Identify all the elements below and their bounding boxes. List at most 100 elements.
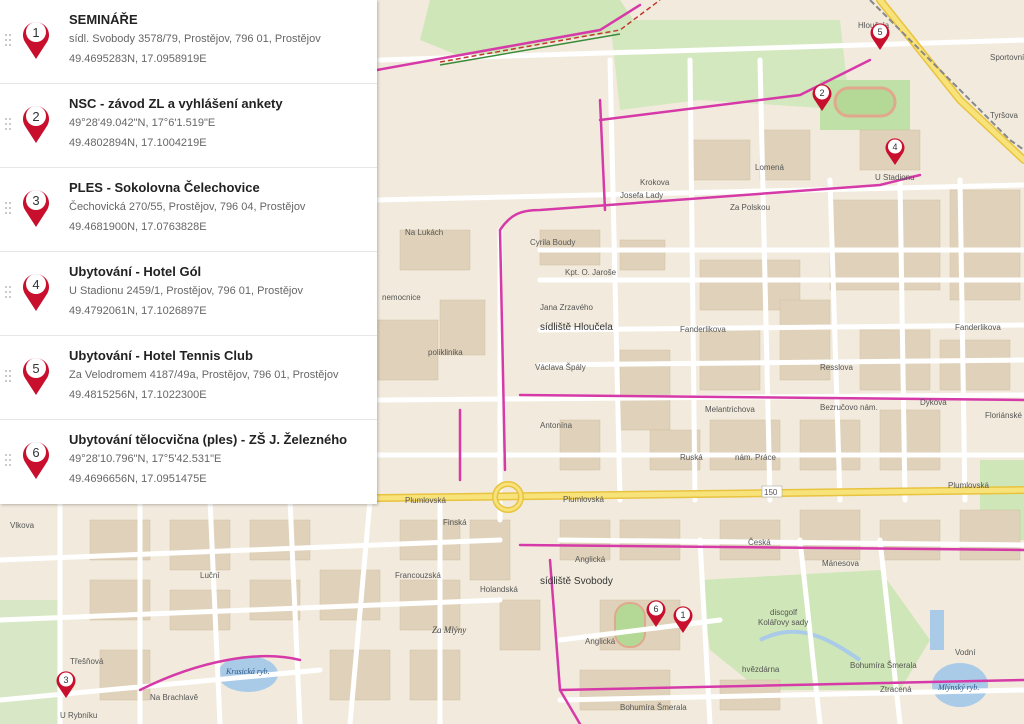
- map-label-jana-zrzaveho: Jana Zrzavého: [540, 303, 593, 312]
- map-label-francouzska: Francouzská: [395, 571, 441, 580]
- map-label-fanderlikova-2: Fanderlikova: [955, 323, 1001, 332]
- map-label-antonina: Antonína: [540, 421, 573, 430]
- place-item-4[interactable]: 4 Ubytování - Hotel Gól U Stadionu 2459/…: [0, 252, 377, 336]
- place-item-1[interactable]: 1 SEMINÁŘE sídl. Svobody 3578/79, Prostě…: [0, 0, 377, 84]
- map-pin-3[interactable]: 3: [55, 669, 77, 699]
- svg-text:3: 3: [32, 193, 39, 208]
- map-label-mlynsky: Mlýnský ryb.: [937, 683, 979, 692]
- map-label-lucni: Luční: [200, 571, 220, 580]
- map-marker-icon: 5: [23, 358, 49, 395]
- map-label-resslova: Resslova: [820, 363, 853, 372]
- place-coordinates: 49.4695283N, 17.0958919E: [69, 53, 207, 65]
- map-pin-6[interactable]: 6: [645, 598, 667, 628]
- drag-handle-icon[interactable]: [5, 118, 13, 130]
- drag-handle-icon[interactable]: [5, 286, 13, 298]
- map-label-bohumira-smerala-2: Bohumíra Šmerala: [850, 661, 917, 670]
- map-label-melantrichova: Melantrichova: [705, 405, 755, 414]
- place-title: Ubytování - Hotel Tennis Club: [69, 348, 253, 363]
- map-label-krasicka: Krasická ryb.: [225, 667, 270, 676]
- map-marker-icon: 6: [23, 442, 49, 479]
- drag-handle-icon[interactable]: [5, 34, 13, 46]
- map-label-sidl-svobody: Anglická: [575, 555, 606, 564]
- place-address: 49°28'10.796"N, 17°5'42.531"E: [69, 453, 222, 465]
- map-label-trešnova: Třešňová: [70, 657, 104, 666]
- map-label-fanderlikova: Fanderlikova: [680, 325, 726, 334]
- map-pin-4-number: 4: [892, 142, 897, 152]
- place-item-3[interactable]: 3 PLES - Sokolovna Čelechovice Čechovick…: [0, 168, 377, 252]
- map-label-nemocnice: nemocnice: [382, 293, 421, 302]
- map-label-plumlovska-3: Plumlovská: [405, 496, 446, 505]
- map-marker-icon: 3: [23, 190, 49, 227]
- place-item-5[interactable]: 5 Ubytování - Hotel Tennis Club Za Velod…: [0, 336, 377, 420]
- svg-text:4: 4: [32, 277, 39, 292]
- map-label-kolarovy-sady: Kolářovy sady: [758, 618, 808, 627]
- map-pin-6-number: 6: [653, 604, 658, 614]
- place-title: NSC - závod ZL a vyhlášení ankety: [69, 96, 283, 111]
- map-label-plumlovska-2: Plumlovská: [948, 481, 989, 490]
- map-label-hvezdarna: hvězdárna: [742, 665, 780, 674]
- drag-handle-icon[interactable]: [5, 454, 13, 466]
- svg-text:1: 1: [32, 25, 39, 40]
- map-marker-icon: 4: [23, 274, 49, 311]
- map-pin-1[interactable]: 1: [672, 604, 694, 634]
- map-label-sidliste-svobody: sídliště Svobody: [540, 576, 613, 587]
- map-label-na-lukach: Na Lukách: [405, 228, 443, 237]
- map-pin-2[interactable]: 2: [811, 82, 833, 112]
- map-pin-2-number: 2: [819, 88, 824, 98]
- map-route-number: 150: [764, 488, 778, 497]
- map-label-cyrila-boudy: Cyrila Boudy: [530, 238, 575, 247]
- map-label-bezrucovo: Bezručovo nám.: [820, 403, 878, 412]
- svg-text:2: 2: [32, 109, 39, 124]
- place-address: Za Velodromem 4187/49a, Prostějov, 796 0…: [69, 369, 339, 381]
- place-title: SEMINÁŘE: [69, 12, 138, 27]
- place-item-6[interactable]: 6 Ubytování tělocvična (ples) - ZŠ J. Že…: [0, 420, 377, 504]
- map-label-ruska: Ruská: [680, 453, 703, 462]
- map-label-vodni: Vodní: [955, 648, 976, 657]
- map-label-bohumira-smerala: Bohumíra Šmerala: [620, 703, 687, 712]
- place-title: Ubytování tělocvična (ples) - ZŠ J. Žele…: [69, 432, 348, 447]
- map-marker-icon: 1: [23, 22, 49, 59]
- map-label-poliklinika: poliklinika: [428, 348, 463, 357]
- map-label-lomena: Lomená: [755, 163, 784, 172]
- map-label-holandska: Holandská: [480, 585, 518, 594]
- map-label-manesova: Mánesova: [822, 559, 859, 568]
- map-pin-5[interactable]: 5: [869, 21, 891, 51]
- drag-handle-icon[interactable]: [5, 202, 13, 214]
- map-label-plumlovska-1: Plumlovská: [563, 495, 604, 504]
- map-label-za-polskou: Za Polskou: [730, 203, 770, 212]
- place-address: sídl. Svobody 3578/79, Prostějov, 796 01…: [69, 33, 321, 45]
- map-label-za-mlyny: Za Mlýny: [432, 625, 466, 635]
- map-label-u-stadionu: U Stadionu: [875, 173, 915, 182]
- places-panel: 1 SEMINÁŘE sídl. Svobody 3578/79, Prostě…: [0, 0, 377, 504]
- place-coordinates: 49.4792061N, 17.1026897E: [69, 305, 207, 317]
- place-address: Čechovická 270/55, Prostějov, 796 04, Pr…: [69, 201, 306, 213]
- map-label-discgolf: discgolf: [770, 608, 798, 617]
- map-label-josefa-lady: Josefa Lady: [620, 191, 663, 200]
- map-label-dykova: Dykova: [920, 398, 947, 407]
- map-pin-4[interactable]: 4: [884, 136, 906, 166]
- place-address: 49°28'49.042"N, 17°6'1.519"E: [69, 117, 216, 129]
- map-label-u-rybniku: U Rybníku: [60, 711, 97, 720]
- map-label-krokova: Krokova: [640, 178, 670, 187]
- map-label-sportovni: Sportovní: [990, 53, 1024, 62]
- map-marker-icon: 2: [23, 106, 49, 143]
- map-label-ceska: Česká: [748, 538, 771, 547]
- map-pin-3-number: 3: [63, 675, 68, 685]
- place-item-2[interactable]: 2 NSC - závod ZL a vyhlášení ankety 49°2…: [0, 84, 377, 168]
- map-label-finska: Finská: [443, 518, 467, 527]
- map-label-tyrsova: Tyršova: [990, 111, 1019, 120]
- svg-text:6: 6: [32, 445, 39, 460]
- place-title: Ubytování - Hotel Gól: [69, 264, 202, 279]
- place-address: U Stadionu 2459/1, Prostějov, 796 01, Pr…: [69, 285, 303, 297]
- drag-handle-icon[interactable]: [5, 370, 13, 382]
- place-coordinates: 49.4802894N, 17.1004219E: [69, 137, 207, 149]
- place-coordinates: 49.4815256N, 17.1022300E: [69, 389, 207, 401]
- map-pin-1-number: 1: [680, 610, 685, 620]
- map-label-vaclava-spaly: Václava Špály: [535, 363, 586, 372]
- map-label-sidl-svobody-2: Anglická: [585, 637, 616, 646]
- map-label-florianske: Floriánské nám.: [985, 411, 1024, 420]
- map-label-sidliste-hloucela: sídliště Hloučela: [540, 322, 613, 333]
- map-label-kpt-jarose: Kpt. O. Jaroše: [565, 268, 617, 277]
- map-label-na-brachlave: Na Brachlavě: [150, 693, 199, 702]
- place-coordinates: 49.4681900N, 17.0763828E: [69, 221, 207, 233]
